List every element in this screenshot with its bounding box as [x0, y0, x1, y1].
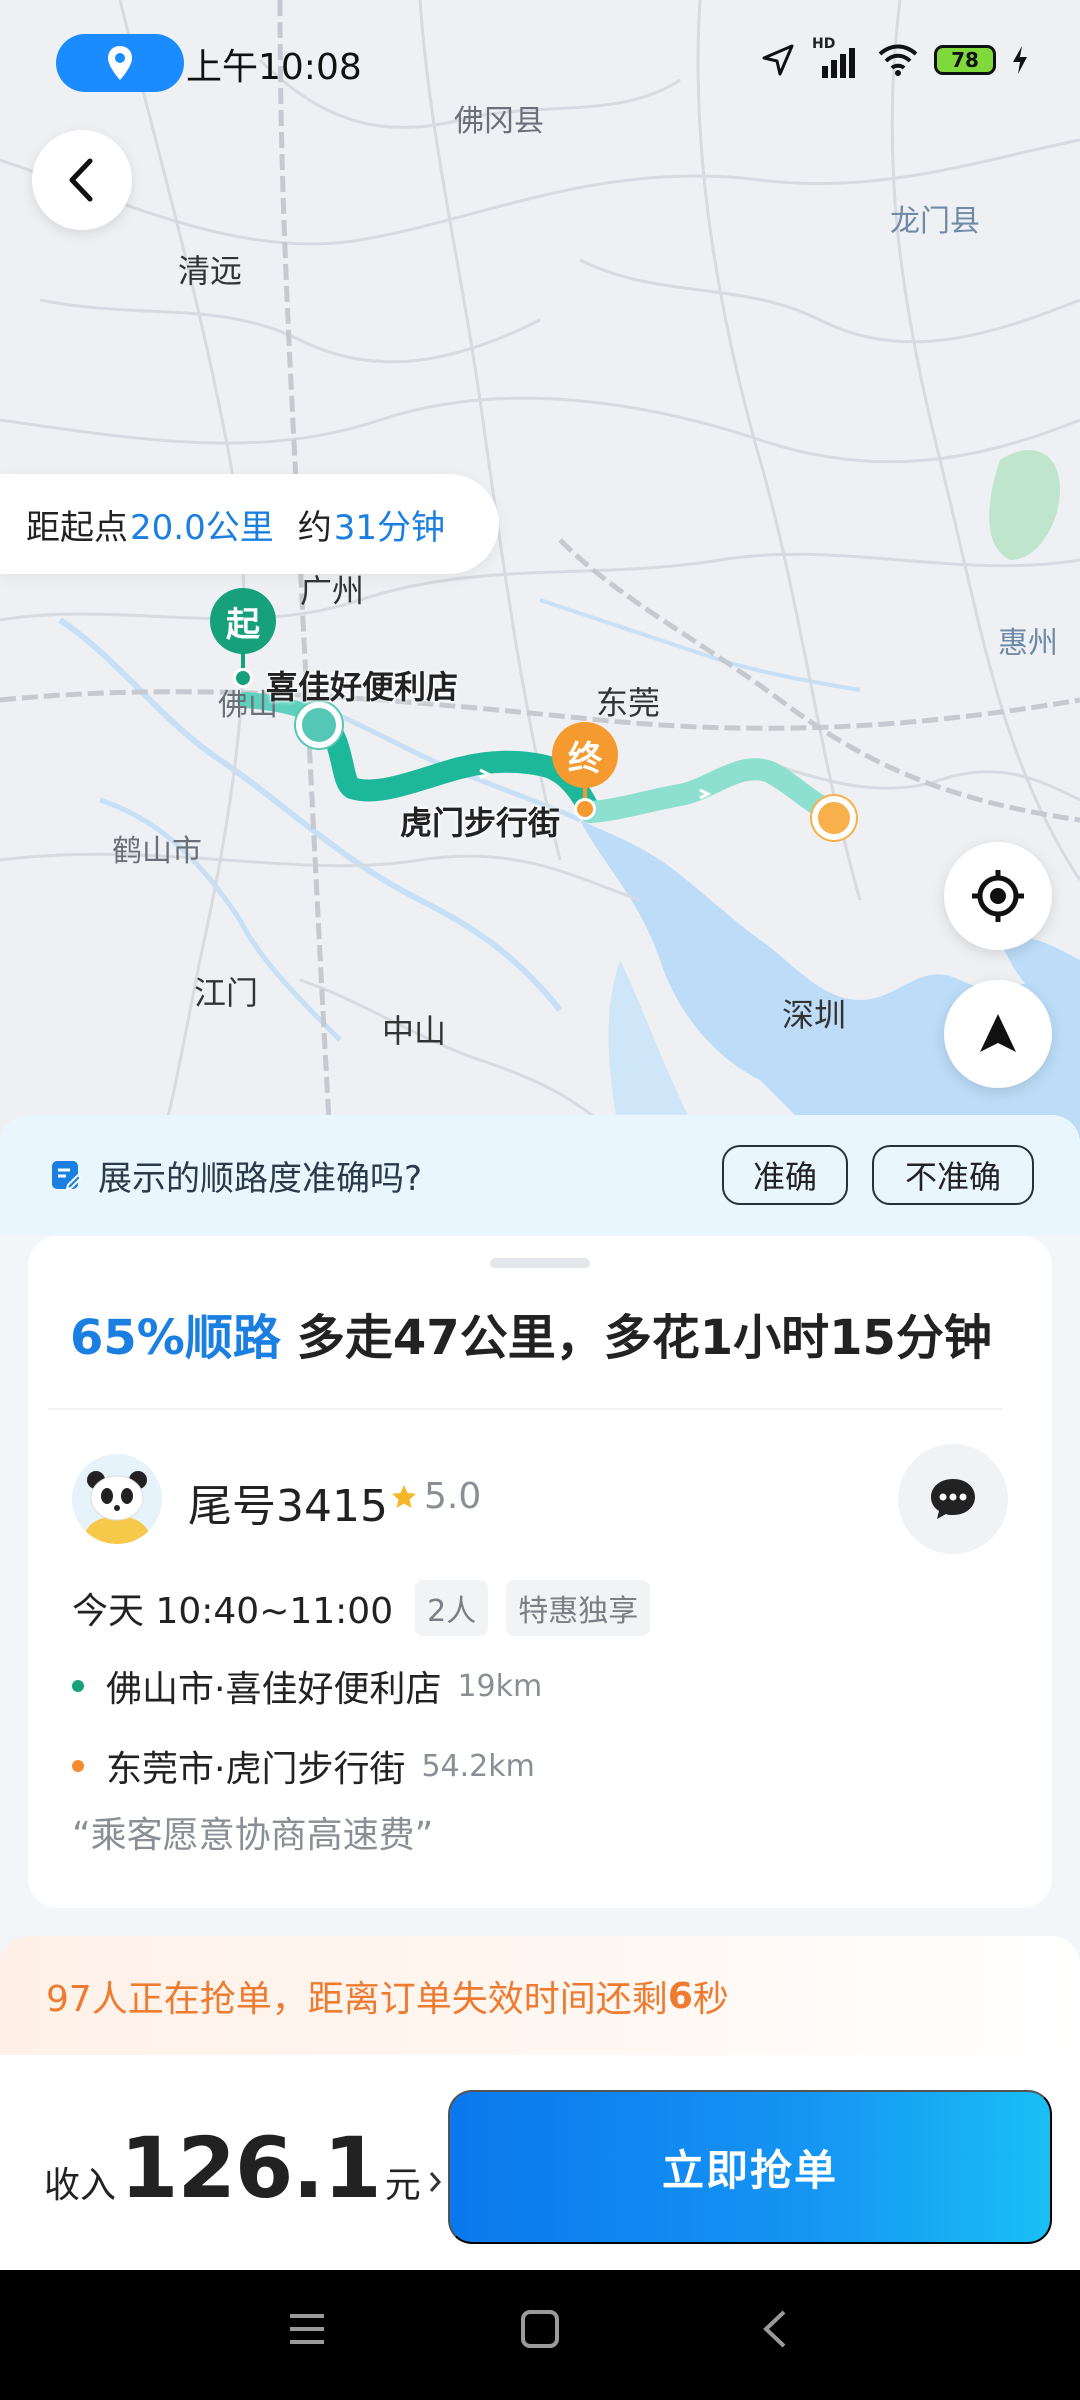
map-label-shenzhen: 深圳	[782, 996, 847, 1034]
star-icon	[392, 1484, 416, 1508]
status-icons: HD 78	[758, 36, 1030, 80]
navigate-button[interactable]	[944, 980, 1052, 1088]
location-indicator[interactable]	[56, 34, 184, 92]
chat-bubble-icon	[931, 1479, 975, 1519]
dropoff-name-label: 虎门步行街	[400, 804, 561, 842]
countdown-seconds: 6	[667, 1975, 693, 2017]
divider	[48, 1408, 1002, 1410]
trip-time-row: 今天 10:40~11:00 2人 特惠独享	[72, 1580, 651, 1636]
map-label-qingyuan: 清远	[178, 252, 243, 290]
passenger-rating: 5.0	[390, 1476, 481, 1517]
exclusive-tag: 特惠独享	[506, 1580, 651, 1636]
end-marker: 终	[552, 722, 618, 788]
pickup-distance: 19km	[457, 1668, 543, 1704]
edit-note-icon	[52, 1161, 83, 1191]
dropoff-location: 东莞市·虎门步行街 54.2km	[72, 1740, 535, 1792]
status-bar: 上午10:08 HD 78	[0, 0, 1080, 120]
end-pin-dot	[574, 798, 596, 820]
map-label-huizhou: 惠州	[998, 626, 1058, 661]
wifi-icon	[878, 44, 918, 76]
accurate-button[interactable]: 准确	[722, 1145, 848, 1205]
match-percent: 65%顺路	[70, 1310, 281, 1366]
countdown-unit: 秒	[692, 1979, 729, 2020]
crosshair-icon	[972, 870, 1024, 922]
message-button[interactable]	[898, 1444, 1008, 1554]
pickup-location: 佛山市·喜佳好便利店 19km	[72, 1660, 542, 1712]
passenger-id: 尾号3415	[188, 1481, 388, 1532]
rating-value: 5.0	[424, 1476, 482, 1517]
pickup-dot-icon	[72, 1680, 84, 1692]
start-marker: 起	[210, 588, 276, 654]
system-navigation-bar	[0, 2270, 1080, 2400]
dropoff-distance: 54.2km	[421, 1748, 535, 1784]
battery-indicator: 78	[934, 45, 996, 75]
distance-prefix: 距起点	[26, 507, 128, 548]
distance-km: 20.0公里	[130, 507, 274, 548]
inaccurate-button[interactable]: 不准确	[872, 1145, 1034, 1205]
back-button[interactable]	[32, 130, 132, 230]
pickup-dot	[296, 702, 342, 748]
locate-me-button[interactable]	[944, 842, 1052, 950]
chevron-left-icon	[69, 158, 93, 202]
seat-count-tag: 2人	[415, 1580, 489, 1636]
avatar[interactable]	[72, 1454, 162, 1544]
income-info[interactable]: 收入 126.1 元	[44, 2119, 445, 2217]
map-label-jiangmen: 江门	[194, 974, 259, 1012]
location-pin-icon	[108, 46, 132, 80]
detour-info: 多走47公里，多花1小时15分钟	[296, 1310, 992, 1366]
menu-icon	[290, 2314, 324, 2344]
navigation-arrow-icon	[762, 44, 794, 76]
pickup-name-label: 喜佳好便利店	[266, 668, 459, 706]
bottom-action-bar: 收入 126.1 元 立即抢单	[0, 2055, 1080, 2270]
route-match-summary: 65%顺路 多走47公里，多花1小时15分钟	[70, 1298, 992, 1368]
income-label: 收入	[44, 2165, 117, 2206]
feedback-question: 展示的顺路度准确吗?	[98, 1158, 423, 1199]
panda-avatar-icon	[85, 1471, 149, 1544]
income-unit: 元	[384, 2165, 421, 2206]
navigation-icon	[980, 1014, 1016, 1052]
map-label-longmen: 龙门县	[890, 204, 980, 239]
dropoff-dot-icon	[72, 1760, 84, 1772]
pickup-time: 今天 10:40~11:00	[72, 1591, 394, 1632]
grab-order-button[interactable]: 立即抢单	[448, 2090, 1052, 2244]
chevron-right-icon	[429, 2172, 441, 2192]
passenger-note: “乘客愿意协商高速费”	[72, 1815, 434, 1856]
menu-nav-button[interactable]	[284, 2306, 330, 2356]
destination-dot	[812, 796, 856, 840]
distance-to-pickup: 距起点 20.0公里 约 31分钟	[0, 474, 499, 574]
back-triangle-icon	[763, 2310, 786, 2348]
home-nav-button[interactable]	[517, 2306, 563, 2356]
map-label-zhongshan: 中山	[382, 1012, 447, 1050]
map-label-heshan: 鹤山市	[112, 834, 202, 869]
charging-icon	[1013, 46, 1027, 74]
pickup-place: 佛山市·喜佳好便利店	[106, 1669, 442, 1710]
status-time: 上午10:08	[186, 47, 362, 88]
signal-icon: HD	[812, 36, 862, 80]
income-amount: 126.1	[120, 2119, 382, 2217]
dropoff-place: 东莞市·虎门步行街	[106, 1749, 406, 1790]
home-square-icon	[521, 2310, 559, 2348]
back-nav-button[interactable]	[752, 2306, 798, 2356]
competition-banner: 97人正在抢单，距离订单失效时间还剩 6 秒	[0, 1936, 1080, 2056]
drag-handle[interactable]	[490, 1258, 590, 1268]
duration-prefix: 约	[297, 507, 332, 548]
competition-text: 97人正在抢单，距离订单失效时间还剩	[46, 1979, 668, 2020]
accuracy-feedback-bar: 展示的顺路度准确吗? 准确 不准确	[0, 1115, 1080, 1235]
order-card[interactable]: 65%顺路 多走47公里，多花1小时15分钟 尾号3415 5.0 今天 10:4…	[28, 1236, 1052, 1908]
map-label-dongguan: 东莞	[596, 684, 661, 722]
duration-minutes: 31分钟	[333, 507, 445, 548]
